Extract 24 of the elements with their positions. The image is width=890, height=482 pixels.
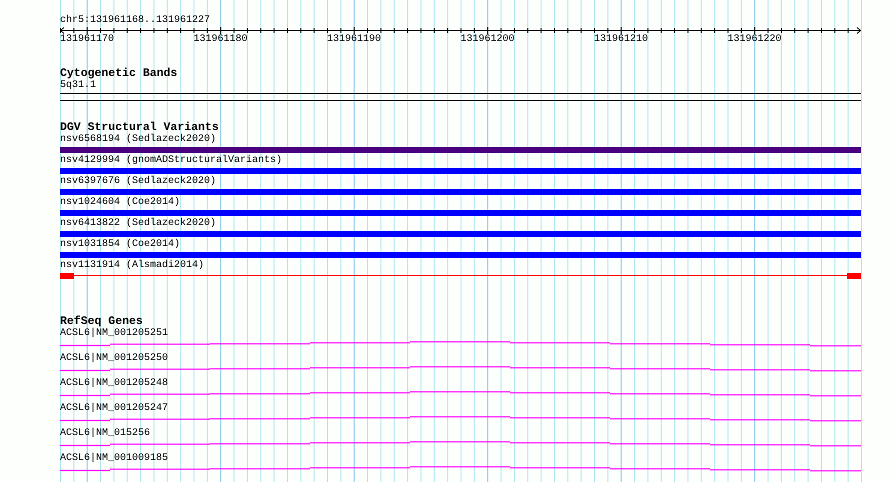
tick-label: 131961170 — [60, 34, 116, 46]
tick-label: 131961220 — [728, 34, 783, 46]
variant-label: nsv6397676 (Sedlazeck2020) — [60, 176, 216, 188]
tick-label: 131961190 — [327, 34, 382, 46]
gene-label: ACSL6|NM_001205251 — [60, 328, 168, 340]
gene-label: ACSL6|NM_001205248 — [60, 378, 168, 390]
gene-label: ACSL6|NM_001205247 — [60, 403, 168, 415]
track-title: DGV Structural Variants — [60, 122, 219, 134]
region-coordinates: chr5:131961168..131961227 — [60, 15, 210, 27]
tick-label: 131961200 — [460, 34, 516, 46]
variant-label: nsv1131914 (Alsmadi2014) — [60, 260, 204, 272]
gene-label: ACSL6|NM_015256 — [60, 428, 150, 440]
track-title: RefSeq Genes — [60, 316, 143, 328]
track-title: Cytogenetic Bands — [60, 68, 178, 80]
tick-label: 131961210 — [594, 34, 650, 46]
gene-label: ACSL6|NM_001205250 — [60, 353, 168, 365]
variant-label: nsv1031854 (Coe2014) — [60, 239, 180, 251]
variant-label: nsv4129994 (gnomADStructuralVariants) — [60, 155, 282, 167]
variant-label: nsv6568194 (Sedlazeck2020) — [60, 134, 216, 146]
tick-label: 131961180 — [194, 34, 249, 46]
variant-label: nsv1024604 (Coe2014) — [60, 197, 180, 209]
gene-label: ACSL6|NM_001009185 — [60, 453, 168, 465]
variant-label: nsv6413822 (Sedlazeck2020) — [60, 218, 216, 230]
band-label: 5q31.1 — [60, 80, 96, 92]
